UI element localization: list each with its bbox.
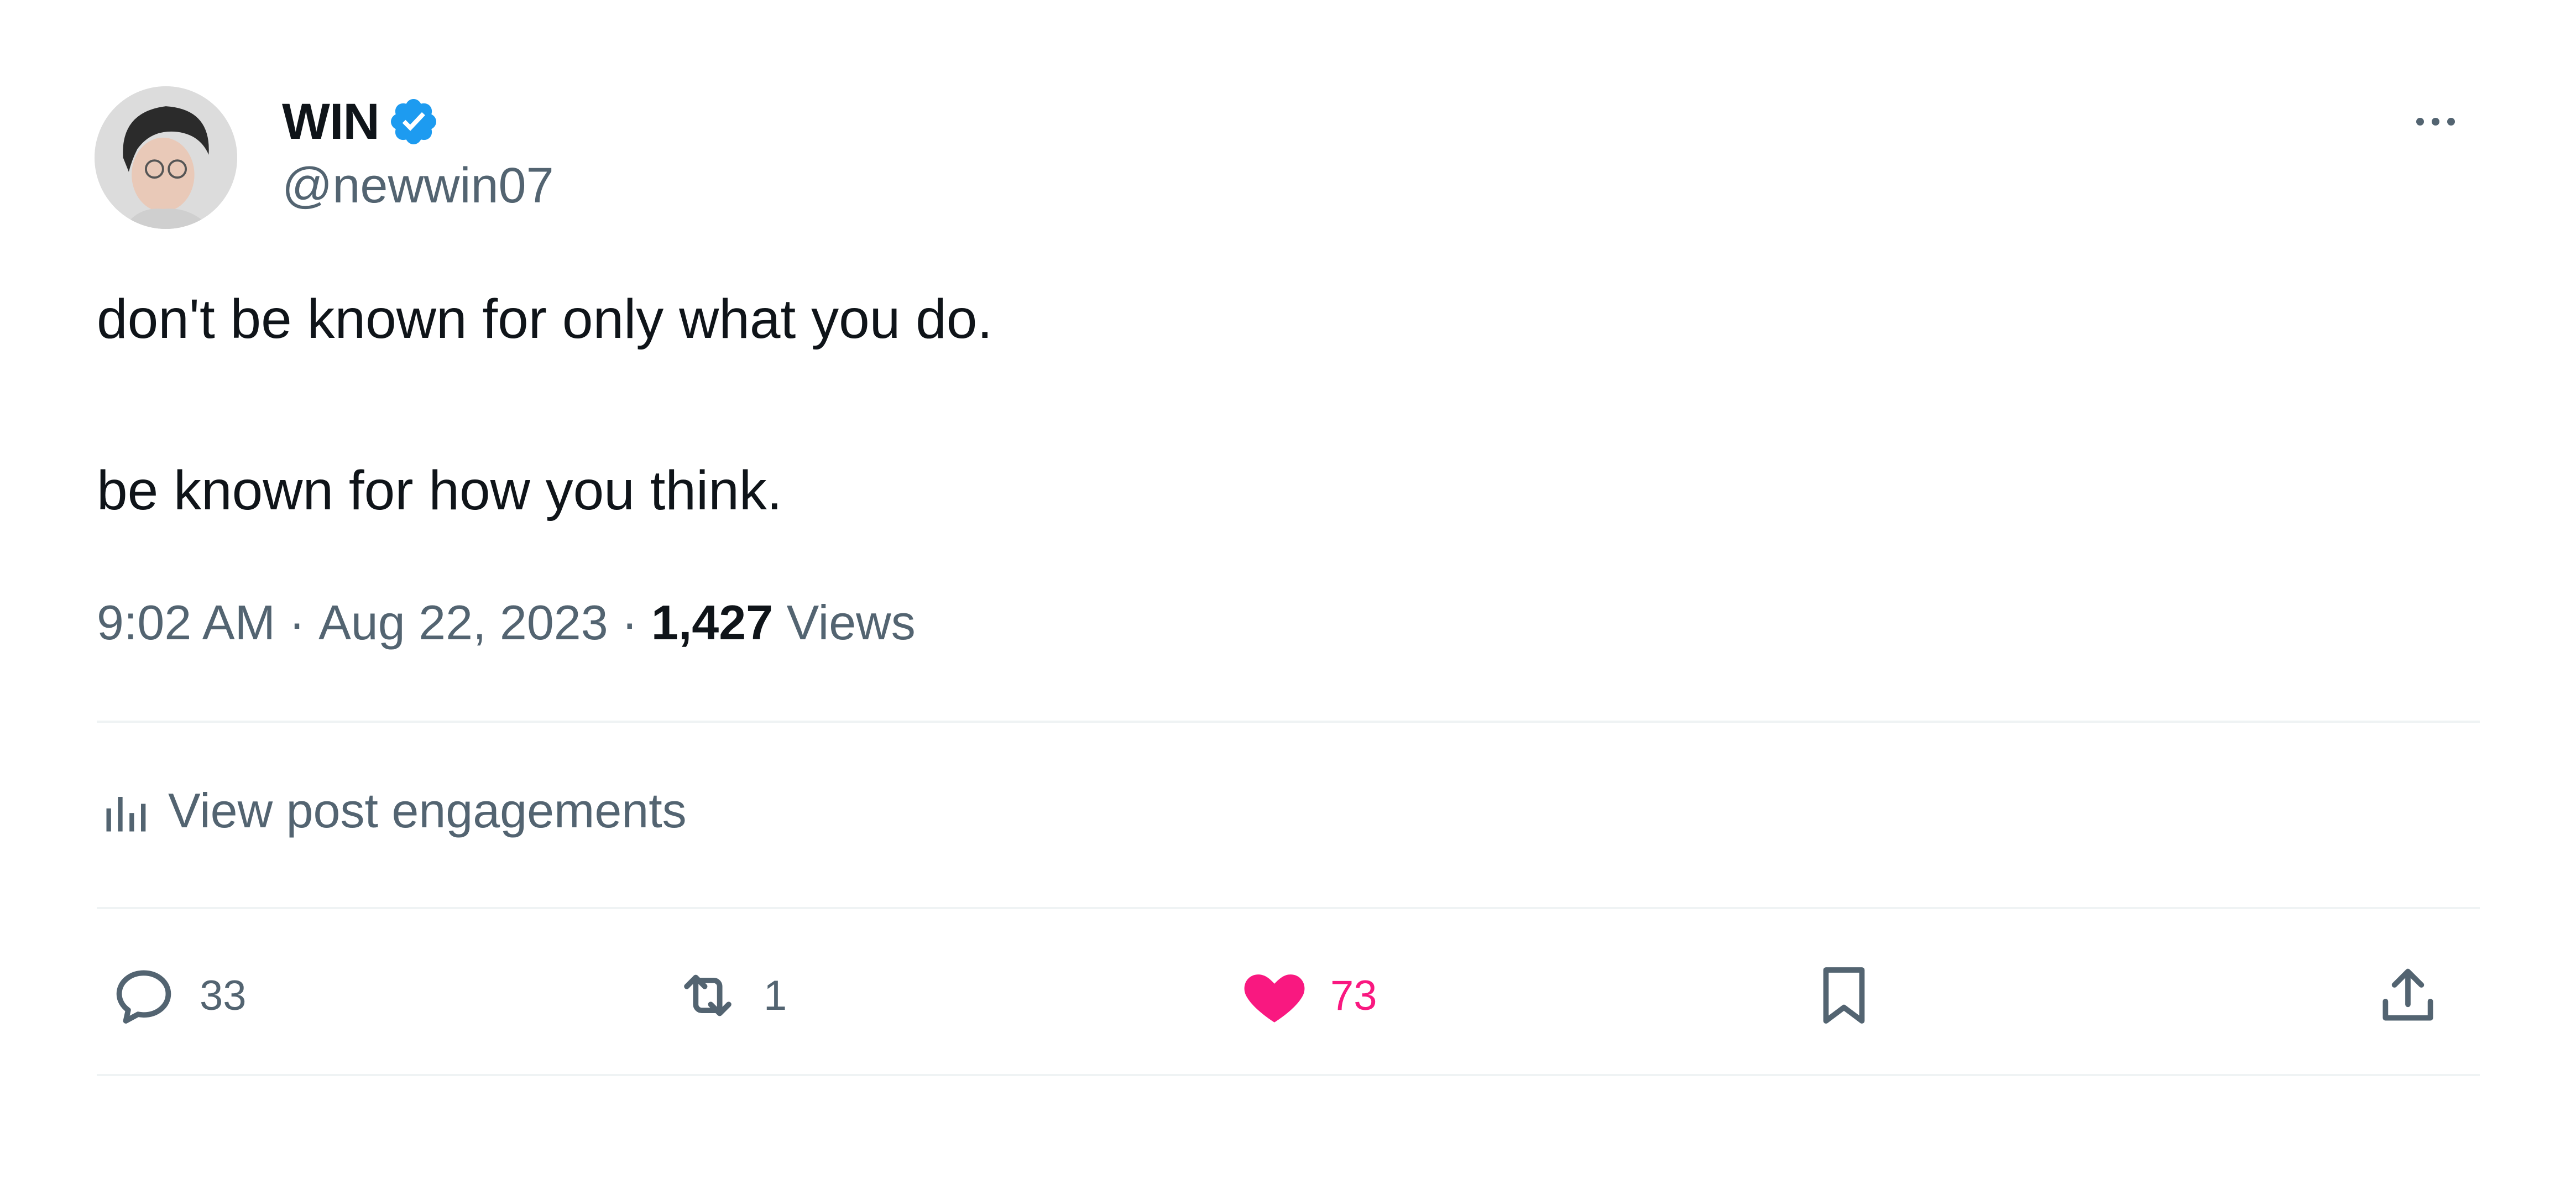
like-button[interactable]: 73	[1239, 957, 1377, 1034]
author-name-row: WIN	[282, 88, 440, 155]
verified-badge-icon[interactable]	[387, 95, 440, 148]
reply-count: 33	[200, 972, 247, 1019]
profile-photo	[95, 86, 237, 229]
share-button[interactable]	[2372, 957, 2444, 1034]
divider	[97, 721, 2480, 723]
post-time[interactable]: 9:02 AM	[97, 594, 275, 651]
post-meta: 9:02 AM · Aug 22, 2023 · 1,427 Views	[97, 594, 916, 651]
reply-button[interactable]: 33	[108, 957, 247, 1034]
meta-separator: ·	[289, 595, 305, 650]
more-options-button[interactable]	[2400, 100, 2472, 144]
bookmark-icon	[1823, 967, 1865, 1024]
share-upload-icon	[2382, 968, 2433, 1021]
divider	[97, 907, 2480, 909]
views-label: Views	[786, 595, 916, 650]
post-text-line-2: be known for how you think.	[97, 460, 782, 521]
author-handle[interactable]: @newwin07	[282, 158, 554, 215]
reply-icon	[116, 970, 171, 1024]
heart-filled-icon	[1244, 974, 1305, 1023]
view-engagements-link[interactable]: View post engagements	[100, 783, 687, 839]
analytics-bars-icon	[106, 797, 146, 832]
post-date[interactable]: Aug 22, 2023	[318, 594, 608, 651]
avatar[interactable]	[95, 86, 237, 229]
like-count: 73	[1330, 972, 1377, 1019]
repost-button[interactable]: 1	[672, 957, 787, 1034]
view-engagements-label: View post engagements	[168, 783, 687, 838]
more-dot-icon	[2432, 118, 2439, 126]
bookmark-button[interactable]	[1808, 957, 1880, 1034]
more-dot-icon	[2416, 118, 2424, 126]
more-dot-icon	[2447, 118, 2455, 126]
repost-count: 1	[764, 972, 787, 1019]
meta-separator: ·	[621, 595, 638, 650]
views-count: 1,427	[651, 595, 774, 650]
post-text-line-1: don't be known for only what you do.	[97, 288, 993, 350]
divider	[97, 1074, 2480, 1076]
display-name[interactable]: WIN	[282, 93, 380, 151]
repost-icon	[684, 974, 731, 1016]
